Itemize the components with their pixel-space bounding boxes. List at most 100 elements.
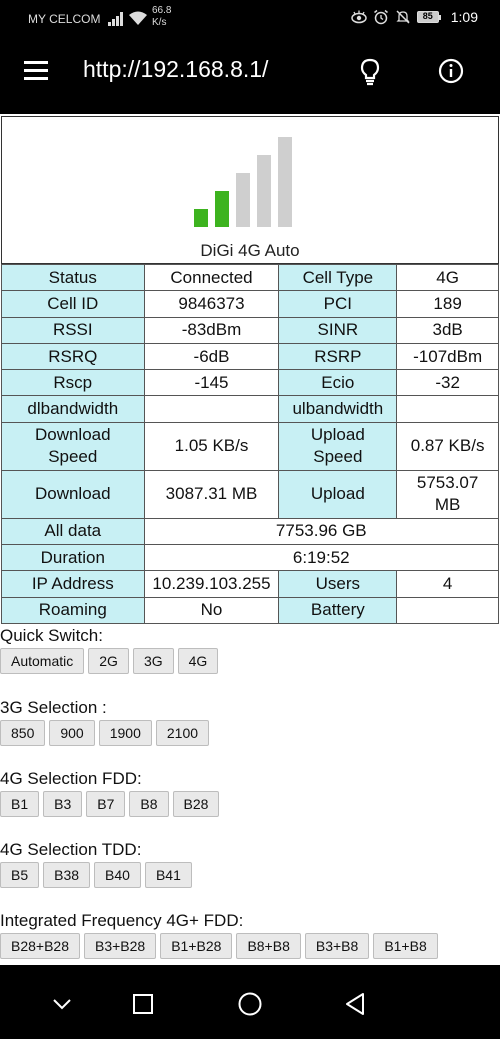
4g-fdd-title: 4G Selection FDD: — [0, 769, 142, 788]
integrated-fdd-button-b3-b8[interactable]: B3+B8 — [304, 933, 370, 959]
info-icon[interactable] — [438, 58, 464, 84]
recent-apps-icon[interactable] — [128, 989, 158, 1019]
ulbandwidth-value — [396, 395, 499, 423]
4g-tdd-title: 4G Selection TDD: — [0, 840, 142, 859]
cell-type-value: 4G — [396, 263, 499, 292]
upload-value: 5753.07 MB — [396, 469, 499, 519]
battery-value — [396, 596, 499, 624]
app-bar: http://192.168.8.1/ — [0, 36, 500, 114]
table-row: Download Speed 1.05 KB/s Upload Speed 0.… — [1, 421, 499, 471]
battery-level: 85 — [416, 11, 439, 23]
pci-value: 189 — [396, 290, 499, 318]
signal-bar — [236, 173, 250, 227]
download-speed-label-line1: Download — [34, 425, 111, 445]
signal-bar — [215, 191, 229, 227]
download-speed-label-line2: Speed — [48, 447, 98, 467]
clock-time: 1:09 — [450, 9, 478, 25]
4g-fdd-band-button-b3[interactable]: B3 — [43, 791, 83, 817]
users-value: 4 — [396, 570, 499, 598]
status-table: Status Connected Cell Type 4G Cell ID 98… — [1, 263, 500, 624]
carrier-name: MY CELCOM — [28, 12, 101, 26]
ulbandwidth-label: ulbandwidth — [278, 395, 398, 423]
quick-switch-button-4g[interactable]: 4G — [177, 648, 219, 674]
3g-selection-title: 3G Selection : — [0, 698, 107, 717]
integrated-fdd-button-b3-b28[interactable]: B3+B28 — [84, 933, 157, 959]
table-row: Download 3087.31 MB Upload 5753.07 MB — [1, 469, 499, 519]
4g-tdd-band-button-b41[interactable]: B41 — [144, 862, 192, 888]
3g-band-button-900[interactable]: 900 — [49, 720, 95, 746]
navigation-bar — [0, 965, 500, 1039]
mute-bell-icon — [396, 10, 410, 24]
cell-signal-icon — [108, 12, 123, 26]
dlbandwidth-label: dlbandwidth — [1, 395, 145, 423]
table-row: RSSI -83dBm SINR 3dB — [1, 316, 499, 344]
4g-fdd-band-button-b1[interactable]: B1 — [0, 791, 40, 817]
hamburger-menu-icon[interactable] — [24, 61, 48, 81]
4g-tdd-section: 4G Selection TDD: B5 B38 B40 B41 — [0, 840, 500, 888]
quick-switch-button-automatic[interactable]: Automatic — [0, 648, 85, 674]
sinr-value: 3dB — [396, 316, 499, 344]
roaming-value: No — [143, 596, 280, 624]
ecio-label: Ecio — [278, 369, 398, 397]
quick-switch-buttons: Automatic 2G 3G 4G — [0, 648, 500, 674]
dlbandwidth-value — [143, 395, 280, 423]
page-url: http://192.168.8.1/ — [83, 56, 269, 82]
page-content[interactable]: DiGi 4G Auto Status Connected Cell Type … — [0, 114, 500, 965]
4g-tdd-band-button-b38[interactable]: B38 — [43, 862, 91, 888]
lightbulb-icon[interactable] — [356, 57, 384, 87]
download-speed-label: Download Speed — [1, 421, 145, 471]
table-row: IP Address 10.239.103.255 Users 4 — [1, 570, 499, 598]
3g-selection-section: 3G Selection : 850 900 1900 2100 — [0, 698, 500, 746]
all-data-value: 7753.96 GB — [143, 517, 500, 546]
4g-tdd-band-button-b40[interactable]: B40 — [94, 862, 141, 888]
3g-band-button-2100[interactable]: 2100 — [155, 720, 210, 746]
integrated-fdd-section: Integrated Frequency 4G+ FDD: B28+B28 B3+… — [0, 911, 500, 959]
table-row: RSRQ -6dB RSRP -107dBm — [1, 342, 499, 371]
upload-value-line2: MB — [434, 495, 461, 515]
back-icon[interactable] — [341, 989, 371, 1019]
chevron-down-icon[interactable] — [47, 989, 77, 1019]
battery-indicator: 85 — [416, 11, 441, 23]
3g-band-button-1900[interactable]: 1900 — [98, 720, 152, 746]
4g-fdd-band-button-b28[interactable]: B28 — [172, 791, 220, 817]
table-row: Rscp -145 Ecio -32 — [1, 369, 499, 397]
4g-fdd-section: 4G Selection FDD: B1 B3 B7 B8 B28 — [0, 769, 500, 817]
table-row: dlbandwidth ulbandwidth — [1, 395, 499, 423]
download-speed-value: 1.05 KB/s — [143, 421, 280, 471]
quick-switch-button-2g[interactable]: 2G — [88, 648, 129, 674]
table-row: All data 7753.96 GB — [1, 517, 500, 546]
integrated-fdd-button-b8-b8[interactable]: B8+B8 — [236, 933, 301, 959]
integrated-fdd-buttons: B28+B28 B3+B28 B1+B28 B8+B8 B3+B8 B1+B8 — [0, 933, 500, 959]
quick-switch-button-3g[interactable]: 3G — [132, 648, 174, 674]
battery-label: Battery — [278, 596, 398, 624]
rscp-value: -145 — [143, 369, 280, 397]
rsrq-label: RSRQ — [1, 342, 145, 371]
roaming-label: Roaming — [1, 596, 145, 624]
sinr-label: SINR — [278, 316, 398, 344]
integrated-fdd-button-b1-b28[interactable]: B1+B28 — [160, 933, 233, 959]
4g-tdd-band-button-b5[interactable]: B5 — [0, 862, 40, 888]
cell-id-value: 9846373 — [143, 290, 280, 318]
signal-bar — [257, 155, 271, 227]
quick-switch-title: Quick Switch: — [0, 626, 103, 645]
4g-fdd-band-button-b7[interactable]: B7 — [86, 791, 126, 817]
table-row: Roaming No Battery — [1, 596, 499, 624]
network-speed-value: 66.8 — [152, 5, 172, 16]
wifi-icon — [129, 11, 147, 25]
table-row: Duration 6:19:52 — [1, 544, 500, 572]
3g-band-button-850[interactable]: 850 — [0, 720, 46, 746]
signal-bar — [194, 209, 208, 227]
status-label: Status — [1, 263, 145, 292]
integrated-fdd-button-b1-b8[interactable]: B1+B8 — [373, 933, 438, 959]
4g-tdd-buttons: B5 B38 B40 B41 — [0, 862, 500, 888]
ip-address-value: 10.239.103.255 — [143, 570, 280, 598]
network-speed-unit: K/s — [152, 17, 167, 28]
rsrq-value: -6dB — [143, 342, 280, 371]
download-label: Download — [1, 469, 145, 519]
home-icon[interactable] — [235, 989, 265, 1019]
upload-label: Upload — [278, 469, 398, 519]
alarm-icon — [373, 9, 388, 25]
ip-address-label: IP Address — [1, 570, 145, 598]
4g-fdd-band-button-b8[interactable]: B8 — [129, 791, 169, 817]
integrated-fdd-button-b28-b28[interactable]: B28+B28 — [0, 933, 80, 959]
